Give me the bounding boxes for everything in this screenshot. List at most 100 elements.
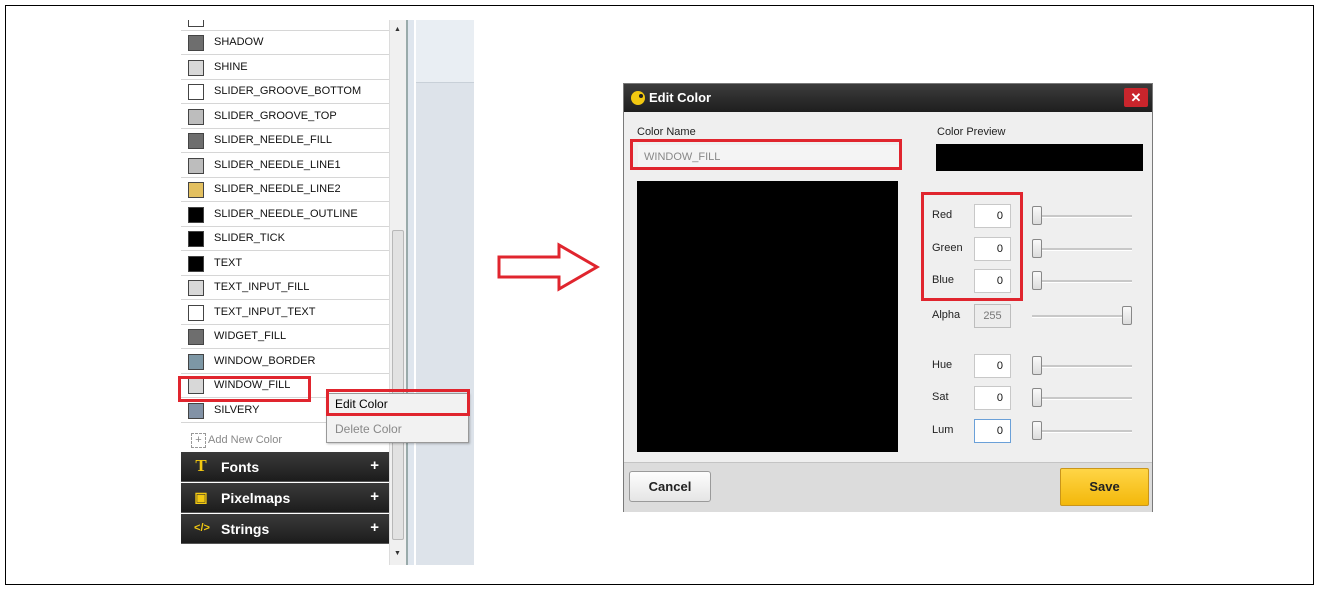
channel-slider-track-hue[interactable] — [1032, 365, 1132, 368]
scroll-thumb[interactable] — [392, 230, 404, 540]
expand-strings-icon[interactable]: + — [370, 519, 379, 536]
color-label: WIDGET_FILL — [214, 330, 287, 342]
color-name-label: Color Name — [637, 126, 696, 138]
color-label: WINDOW_BORDER — [214, 354, 316, 367]
color-swatch — [188, 35, 204, 51]
highlight-color-name — [630, 139, 902, 170]
cancel-button[interactable]: Cancel — [629, 471, 711, 502]
color-label: SHADOW — [214, 36, 264, 48]
color-row[interactable]: TEXT — [181, 252, 389, 276]
channel-slider-track-green[interactable] — [1032, 248, 1132, 251]
color-swatch — [188, 402, 204, 419]
color-swatch — [188, 280, 204, 296]
color-label: SLIDER_GROOVE_BOTTOM — [214, 85, 362, 97]
channel-slider-track-red[interactable] — [1032, 215, 1132, 218]
color-row[interactable]: SLIDER_NEEDLE_LINE2 — [181, 178, 389, 202]
color-row[interactable]: SHINE — [181, 56, 389, 80]
section-strings-label: Strings — [221, 521, 270, 537]
highlight-window-fill-row — [178, 376, 311, 402]
workspace-header — [416, 20, 474, 83]
color-row[interactable]: SHADOW — [181, 31, 389, 55]
menu-item-delete-color[interactable]: Delete Color — [335, 422, 402, 436]
channel-input-sat[interactable]: 0 — [974, 386, 1011, 410]
channel-slider-handle-sat[interactable] — [1032, 388, 1042, 407]
dialog-titlebar: Edit Color ✕ — [624, 84, 1152, 112]
color-label: SLIDER_NEEDLE_FILL — [214, 134, 332, 146]
section-strings[interactable]: </> Strings + — [181, 514, 389, 544]
channel-slider-track-sat[interactable] — [1032, 397, 1132, 400]
font-icon: T — [195, 456, 207, 475]
color-preview-swatch — [936, 144, 1143, 171]
channel-slider-track-lum[interactable] — [1032, 430, 1132, 433]
color-label: SLIDER_TICK — [214, 232, 285, 244]
channel-slider-handle-blue[interactable] — [1032, 271, 1042, 290]
add-new-color-label: Add New Color — [208, 434, 282, 446]
channel-slider-track-blue[interactable] — [1032, 280, 1132, 283]
section-pixelmaps-label: Pixelmaps — [221, 490, 291, 506]
panel-splitter[interactable] — [406, 20, 414, 565]
color-label: SLIDER_GROOVE_TOP — [214, 109, 337, 122]
section-pixelmaps[interactable]: ▣ Pixelmaps + — [181, 483, 389, 513]
scroll-down-icon[interactable]: ▼ — [394, 550, 401, 557]
color-picker-area[interactable] — [637, 181, 898, 452]
dialog-footer: Cancel Save — [624, 462, 1152, 512]
color-row[interactable]: WINDOW_BORDER — [181, 350, 389, 374]
color-swatch — [188, 329, 204, 345]
channel-input-alpha[interactable]: 255 — [974, 304, 1011, 328]
highlight-rgb-fields — [921, 192, 1023, 301]
color-row[interactable]: TEXT_INPUT_TEXT — [181, 301, 389, 325]
channel-label-hue: Hue — [932, 359, 953, 371]
channel-slider-track-alpha[interactable] — [1032, 315, 1132, 318]
color-row[interactable]: SLIDER_NEEDLE_OUTLINE — [181, 203, 389, 227]
right-arrow-icon — [497, 242, 600, 292]
channel-slider-handle-alpha[interactable] — [1122, 306, 1132, 325]
scroll-up-icon[interactable]: ▲ — [394, 26, 401, 33]
expand-fonts-icon[interactable]: + — [370, 457, 379, 474]
section-fonts-label: Fonts — [221, 459, 260, 475]
color-swatch — [188, 231, 204, 247]
channel-slider-handle-hue[interactable] — [1032, 356, 1042, 375]
dialog-title: Edit Color — [649, 90, 712, 105]
channel-label-alpha: Alpha — [932, 309, 961, 321]
add-icon: + — [191, 433, 206, 448]
save-button[interactable]: Save — [1060, 468, 1149, 506]
color-row-partial[interactable] — [181, 20, 389, 31]
color-row[interactable]: SLIDER_GROOVE_BOTTOM — [181, 80, 389, 104]
color-swatch — [188, 255, 204, 272]
resource-panel: SHADOW SHINE SLIDER_GROOVE_BOTTOM SLIDER_GR… — [178, 20, 414, 565]
channel-slider-handle-green[interactable] — [1032, 239, 1042, 258]
color-label: SLIDER_NEEDLE_LINE2 — [214, 183, 341, 195]
color-swatch — [188, 206, 204, 223]
color-swatch — [188, 353, 204, 370]
color-row[interactable]: WIDGET_FILL — [181, 325, 389, 349]
color-swatch — [188, 157, 204, 174]
section-fonts[interactable]: T Fonts + — [181, 452, 389, 482]
color-label: TEXT — [214, 256, 243, 269]
color-row[interactable]: SLIDER_GROOVE_TOP — [181, 105, 389, 129]
color-swatch — [188, 108, 204, 125]
channel-slider-handle-lum[interactable] — [1032, 421, 1042, 440]
color-label: SLIDER_NEEDLE_OUTLINE — [214, 207, 358, 220]
channel-input-lum[interactable]: 0 — [974, 419, 1011, 443]
color-row[interactable]: SLIDER_TICK — [181, 227, 389, 251]
expand-pixelmaps-icon[interactable]: + — [370, 488, 379, 505]
vertical-scrollbar[interactable]: ▲ ▼ — [389, 20, 407, 565]
channel-input-hue[interactable]: 0 — [974, 354, 1011, 378]
color-row[interactable]: SLIDER_NEEDLE_LINE1 — [181, 154, 389, 178]
color-label: TEXT_INPUT_FILL — [214, 281, 310, 293]
channel-label-sat: Sat — [932, 391, 949, 403]
color-swatch — [188, 304, 204, 321]
color-swatch — [188, 182, 204, 198]
channel-slider-handle-red[interactable] — [1032, 206, 1042, 225]
color-row[interactable]: SLIDER_NEEDLE_FILL — [181, 129, 389, 153]
color-label: SLIDER_NEEDLE_LINE1 — [214, 158, 341, 171]
palette-icon — [631, 91, 645, 105]
highlight-edit-color-item — [326, 389, 470, 416]
color-swatch — [188, 84, 204, 100]
workspace-background — [416, 20, 474, 565]
color-row[interactable]: TEXT_INPUT_FILL — [181, 276, 389, 300]
close-button[interactable]: ✕ — [1124, 88, 1148, 107]
color-swatch — [188, 59, 204, 76]
color-label: TEXT_INPUT_TEXT — [214, 305, 316, 318]
color-swatch — [188, 133, 204, 149]
